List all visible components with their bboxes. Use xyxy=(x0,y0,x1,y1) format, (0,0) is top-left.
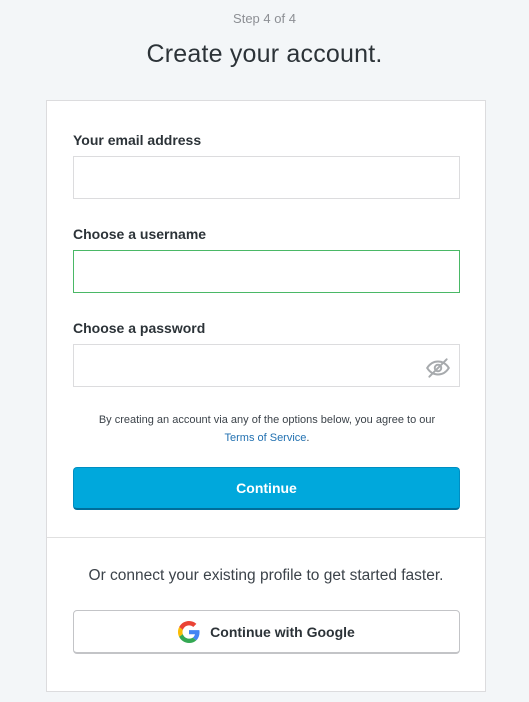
password-field[interactable] xyxy=(73,344,460,387)
google-signin-button[interactable]: Continue with Google xyxy=(73,610,460,654)
divider xyxy=(47,537,485,538)
google-button-label: Continue with Google xyxy=(210,623,355,640)
google-logo-icon xyxy=(178,620,200,643)
username-label: Choose a username xyxy=(73,226,207,242)
terms-notice: By creating an account via any of the op… xyxy=(67,411,467,447)
terms-suffix: . xyxy=(306,432,310,444)
password-label: Choose a password xyxy=(73,320,206,336)
continue-button[interactable]: Continue xyxy=(73,467,460,510)
username-field[interactable] xyxy=(73,250,460,293)
email-label: Your email address xyxy=(73,132,202,148)
signup-form: Your email address Choose a username Cho… xyxy=(47,101,485,537)
email-field[interactable] xyxy=(73,156,460,199)
terms-of-service-link[interactable]: Terms of Service xyxy=(225,432,307,444)
eye-slash-icon[interactable] xyxy=(425,355,451,381)
terms-text: By creating an account via any of the op… xyxy=(98,414,436,426)
page-title: Create your account. xyxy=(146,40,383,68)
signup-card: Your email address Choose a username Cho… xyxy=(46,100,486,692)
step-indicator: Step 4 of 4 xyxy=(233,11,296,26)
social-prompt: Or connect your existing profile to get … xyxy=(88,567,444,584)
